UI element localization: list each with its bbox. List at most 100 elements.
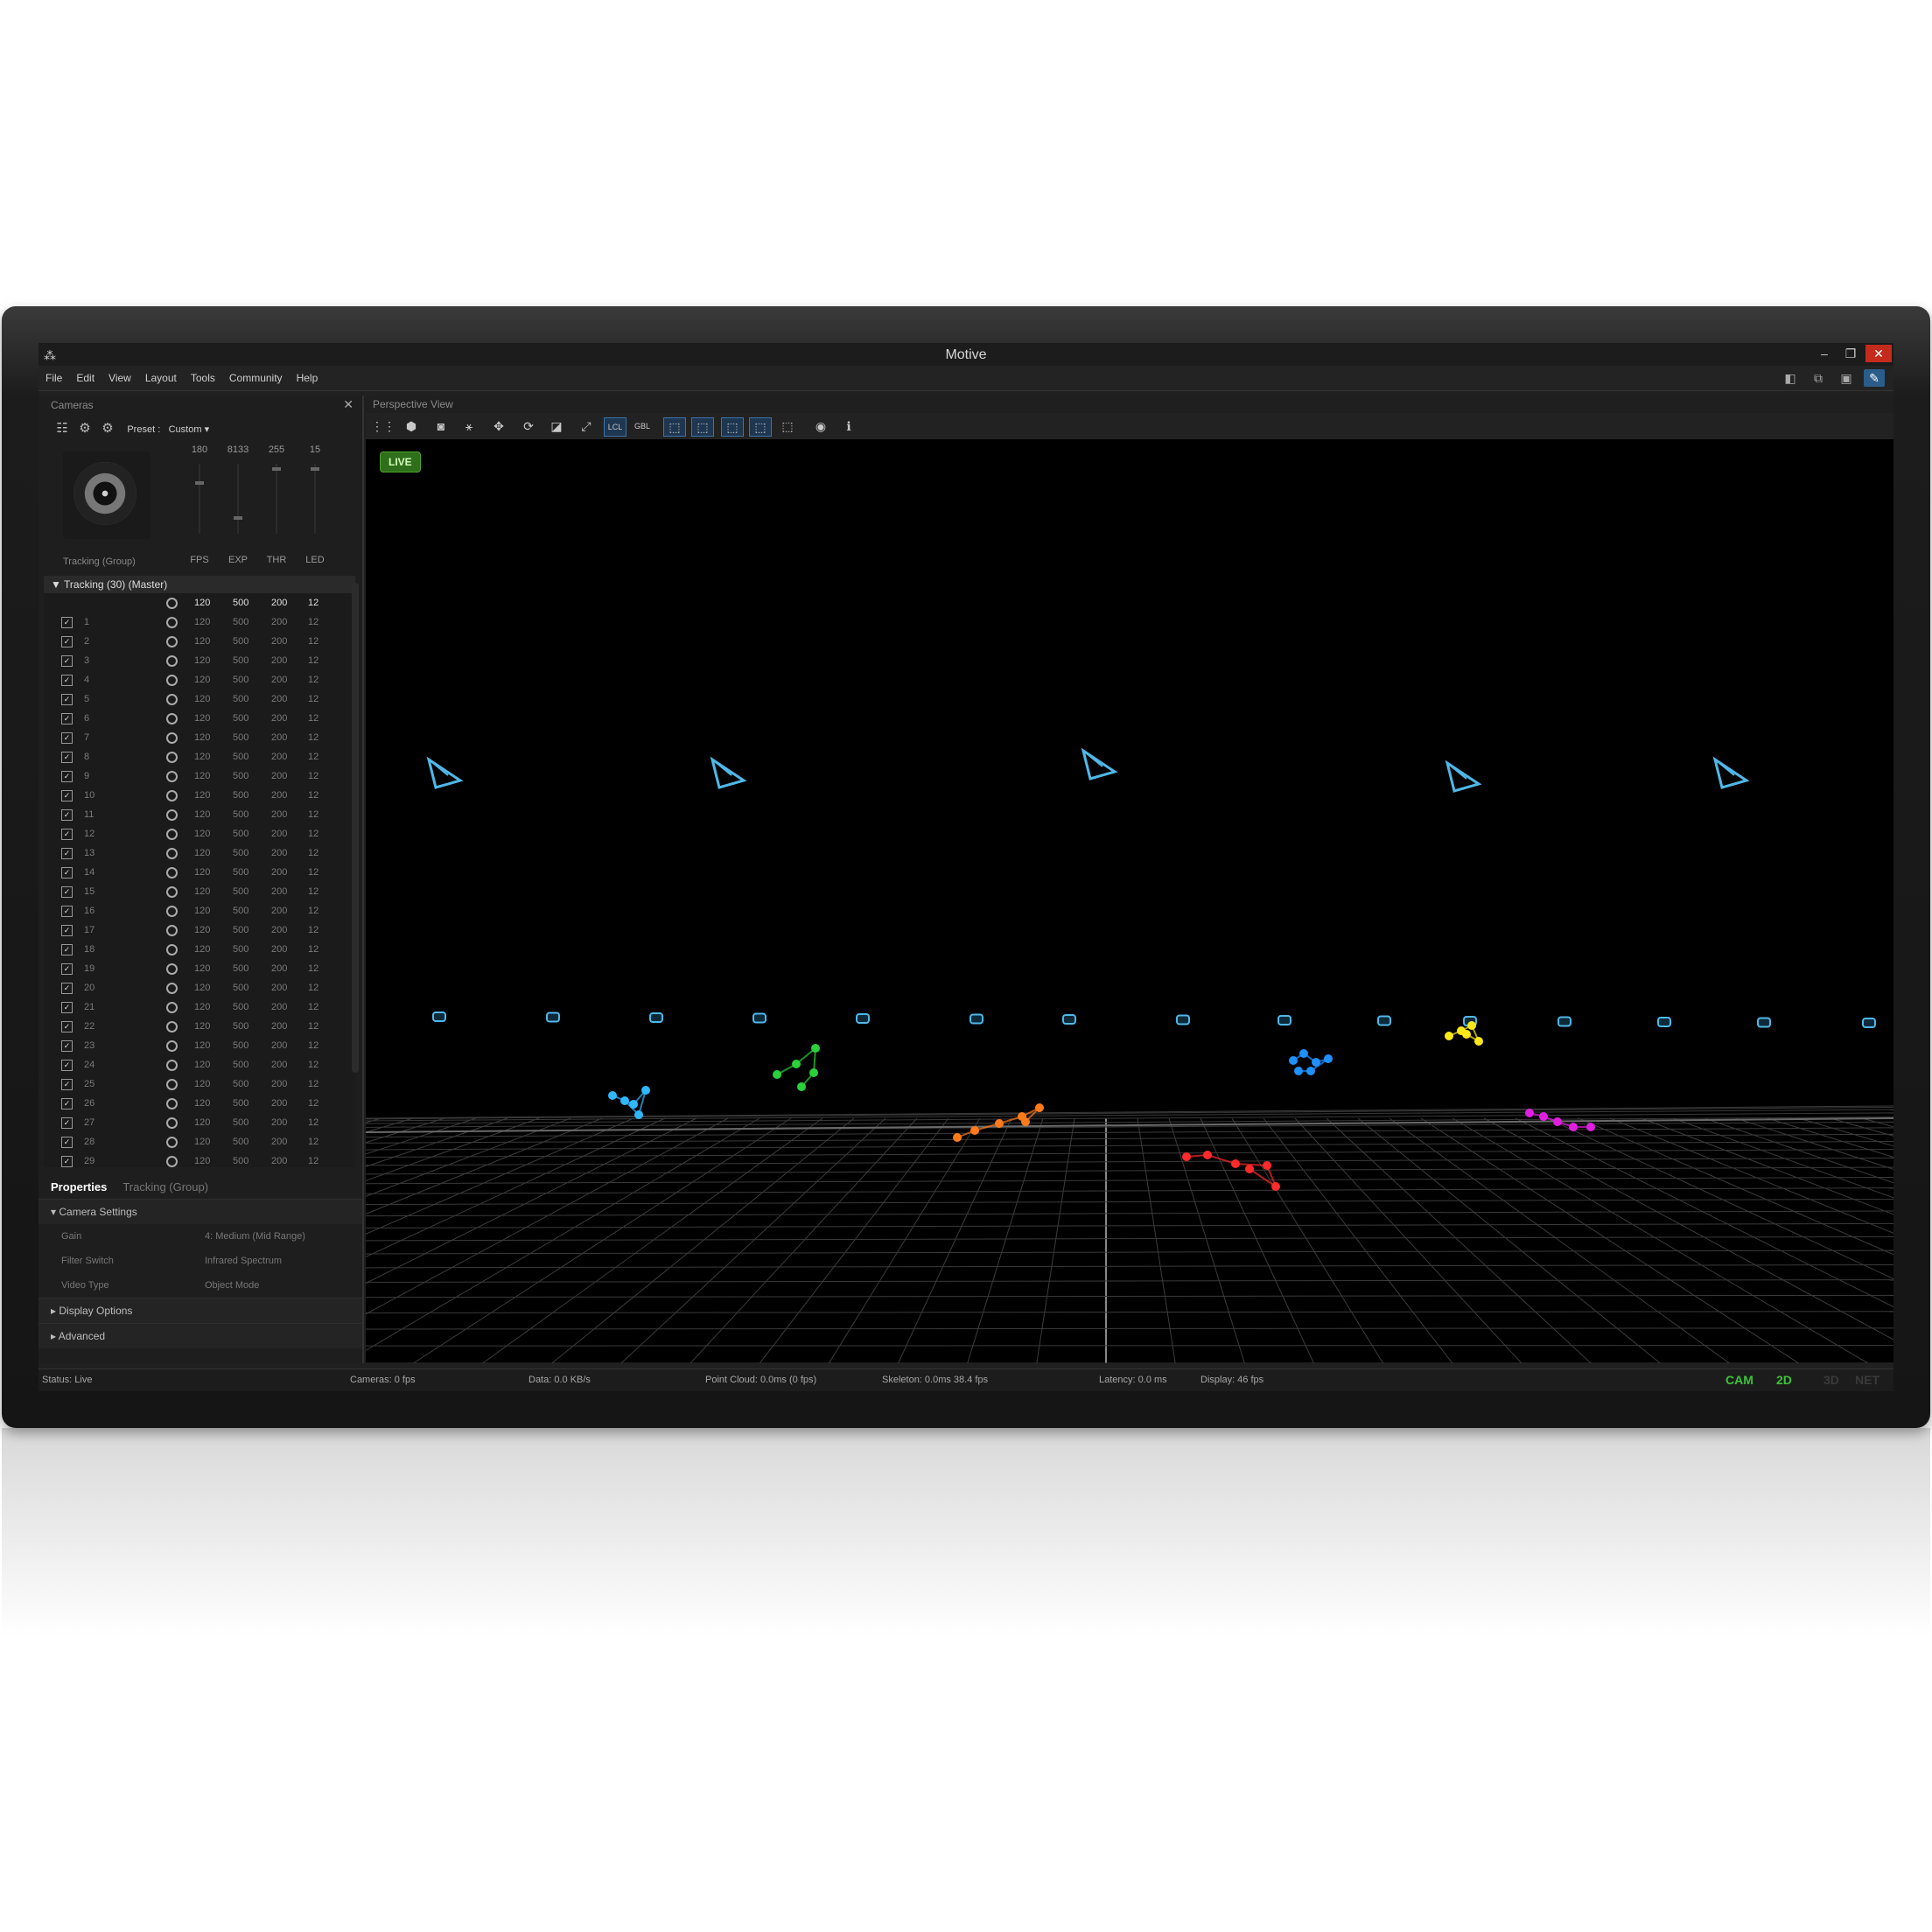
table-row[interactable]: ✓ 29 120 500 200 12 — [44, 1152, 355, 1167]
camera-thr[interactable]: 200 — [271, 1055, 287, 1074]
table-row[interactable]: ✓ 23 120 500 200 12 — [44, 1036, 355, 1055]
camera-led[interactable]: 12 — [308, 920, 318, 940]
camera-ring-icon[interactable] — [166, 713, 178, 724]
camera-exp[interactable]: 500 — [233, 1152, 248, 1167]
camera-exp[interactable]: 500 — [233, 709, 248, 728]
camera-checkbox[interactable]: ✓ — [61, 925, 73, 936]
camera-exp[interactable]: 500 — [233, 940, 248, 959]
prop-value-video-type[interactable]: Object Mode — [205, 1273, 259, 1298]
table-row[interactable]: ✓ 6 120 500 200 12 — [44, 709, 355, 728]
camera-ring-icon[interactable] — [166, 925, 178, 936]
table-row[interactable]: ✓ 15 120 500 200 12 — [44, 882, 355, 901]
camera-fps[interactable]: 120 — [194, 1017, 210, 1036]
camera-checkbox[interactable]: ✓ — [61, 752, 73, 763]
skeleton-icon[interactable]: ⚹ — [458, 417, 480, 435]
camera-exp[interactable]: 500 — [233, 747, 248, 766]
fps-slider[interactable]: 180 — [180, 444, 219, 534]
camera-checkbox[interactable]: ✓ — [61, 829, 73, 840]
preset-dropdown[interactable]: Custom ▾ — [169, 424, 210, 435]
camera-fps[interactable]: 120 — [194, 959, 210, 978]
table-row[interactable]: ✓ 24 120 500 200 12 — [44, 1055, 355, 1074]
camera-thr[interactable]: 200 — [271, 651, 287, 670]
camera-checkbox[interactable]: ✓ — [61, 636, 73, 648]
layout-create-icon[interactable]: ⧉ — [1808, 369, 1829, 387]
camera-ring-icon[interactable] — [166, 617, 178, 628]
camera-fps[interactable]: 120 — [194, 709, 210, 728]
camera-exp[interactable]: 500 — [233, 824, 248, 844]
table-row[interactable]: ✓ 16 120 500 200 12 — [44, 901, 355, 920]
camera-ring-icon[interactable] — [166, 636, 178, 648]
camera-thr[interactable]: 200 — [271, 978, 287, 998]
camera-checkbox[interactable]: ✓ — [61, 963, 73, 975]
camera-thr[interactable]: 200 — [271, 728, 287, 747]
camera-exp[interactable]: 500 — [233, 998, 248, 1017]
camera-checkbox[interactable]: ✓ — [61, 694, 73, 705]
table-row[interactable]: ✓ 7 120 500 200 12 — [44, 728, 355, 747]
camera-ring-icon[interactable] — [166, 886, 178, 898]
info-icon[interactable]: ℹ — [838, 417, 859, 435]
camera-led[interactable]: 12 — [308, 632, 318, 651]
group-led[interactable]: 12 — [308, 593, 318, 612]
camera-exp[interactable]: 500 — [233, 1017, 248, 1036]
camera-led[interactable]: 12 — [308, 747, 318, 766]
group-thr[interactable]: 200 — [271, 593, 287, 612]
exp-slider[interactable]: 8133 — [219, 444, 257, 534]
camera-exp[interactable]: 500 — [233, 901, 248, 920]
exp-knob[interactable] — [234, 516, 242, 520]
camera-checkbox[interactable]: ✓ — [61, 1021, 73, 1032]
camera-exp[interactable]: 500 — [233, 651, 248, 670]
minimize-icon[interactable]: – — [1811, 345, 1838, 362]
camera-led[interactable]: 12 — [308, 844, 318, 863]
camera-exp[interactable]: 500 — [233, 863, 248, 882]
camera-group-icon[interactable]: ⚙ — [96, 418, 119, 439]
camera-ring-icon[interactable] — [166, 752, 178, 763]
camera-thr[interactable]: 200 — [271, 824, 287, 844]
camera-fps[interactable]: 120 — [194, 766, 210, 786]
cube-icon[interactable]: ⬢ — [401, 417, 422, 435]
camera-led[interactable]: 12 — [308, 882, 318, 901]
camera-checkbox[interactable]: ✓ — [61, 944, 73, 956]
table-row[interactable]: ✓ 1 120 500 200 12 — [44, 612, 355, 632]
camera-ring-icon[interactable] — [166, 732, 178, 744]
camera-checkbox[interactable]: ✓ — [61, 732, 73, 744]
menu-community[interactable]: Community — [222, 366, 290, 390]
camera-exp[interactable]: 500 — [233, 1113, 248, 1132]
camera-thr[interactable]: 200 — [271, 940, 287, 959]
camera-led[interactable]: 12 — [308, 1017, 318, 1036]
prop-value-gain[interactable]: 4: Medium (Mid Range) — [205, 1224, 305, 1249]
camera-led[interactable]: 12 — [308, 1094, 318, 1113]
table-row[interactable]: ✓ 28 120 500 200 12 — [44, 1132, 355, 1152]
camera-fps[interactable]: 120 — [194, 940, 210, 959]
camera-exp[interactable]: 500 — [233, 690, 248, 709]
camera-led[interactable]: 12 — [308, 709, 318, 728]
camera-fps[interactable]: 120 — [194, 728, 210, 747]
grid-icon[interactable]: ⋮⋮ — [371, 417, 396, 435]
camera-led[interactable]: 12 — [308, 940, 318, 959]
group-fps[interactable]: 120 — [194, 593, 210, 612]
camera-exp[interactable]: 500 — [233, 920, 248, 940]
camera-exp[interactable]: 500 — [233, 612, 248, 632]
close-icon[interactable]: ✕ — [1866, 345, 1892, 362]
camera-checkbox[interactable]: ✓ — [61, 1117, 73, 1129]
camera-checkbox[interactable]: ✓ — [61, 790, 73, 802]
camera-checkbox[interactable]: ✓ — [61, 886, 73, 898]
camera-led[interactable]: 12 — [308, 959, 318, 978]
camera-led[interactable]: 12 — [308, 805, 318, 824]
camera-ring-icon[interactable] — [166, 963, 178, 975]
camera-fps[interactable]: 120 — [194, 998, 210, 1017]
camera-led[interactable]: 12 — [308, 1055, 318, 1074]
select-bone-icon[interactable]: ⬚ — [749, 417, 772, 437]
camera-thr[interactable]: 200 — [271, 1036, 287, 1055]
camera-ring-icon[interactable] — [166, 867, 178, 878]
local-space-button[interactable]: LCL — [604, 417, 626, 437]
menu-edit[interactable]: Edit — [69, 366, 102, 390]
camera-thr[interactable]: 200 — [271, 747, 287, 766]
camera-led[interactable]: 12 — [308, 863, 318, 882]
camera-fps[interactable]: 120 — [194, 651, 210, 670]
camera-thr[interactable]: 200 — [271, 670, 287, 690]
camera-ring-icon[interactable] — [166, 809, 178, 821]
table-row[interactable]: ✓ 18 120 500 200 12 — [44, 940, 355, 959]
camera-led[interactable]: 12 — [308, 690, 318, 709]
camera-ring-icon[interactable] — [166, 790, 178, 802]
camera-fps[interactable]: 120 — [194, 844, 210, 863]
